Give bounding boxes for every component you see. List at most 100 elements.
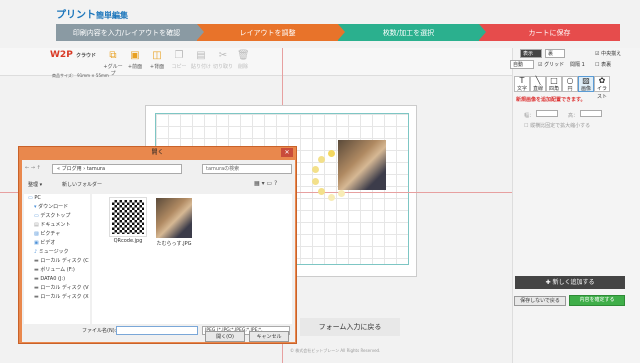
cut-button[interactable]: ✂ 切り取り <box>212 50 234 74</box>
width-input[interactable] <box>535 110 558 117</box>
tree-item[interactable]: ▬ DATA0 (J:) <box>24 275 90 284</box>
brand-logo: プリント簡単編集 <box>56 6 128 21</box>
panel-notice: 新規画像を追加配置できます。 <box>516 97 586 103</box>
guide-checkbox[interactable]: ☐ 表裏 <box>595 61 611 68</box>
paste-label: 貼り付け <box>190 64 211 70</box>
image-tool-label: 画像 <box>580 86 591 92</box>
text-tool-icon: T <box>519 76 525 85</box>
page-back-button[interactable]: 裏 <box>545 49 565 58</box>
tree-item[interactable]: ▾ ダウンロード <box>24 203 90 212</box>
photo-thumbnail <box>156 198 192 238</box>
dialog-title: 開く <box>151 149 164 156</box>
bring-front-label: +前面 <box>127 64 143 70</box>
tree-item-label: ダウンロード <box>38 204 69 210</box>
spinner-dot <box>318 156 325 163</box>
spinner-dot <box>312 178 319 185</box>
send-back-label: +背面 <box>149 64 165 70</box>
bring-front-icon: ▣ <box>130 50 140 61</box>
step-1[interactable]: 印刷内容を入力/レイアウトを確認 <box>56 24 204 41</box>
image-tool-icon: ▨ <box>582 76 590 85</box>
folder-tree: ▭ PC ▾ ダウンロード ▭ デスクトップ ▤ ドキュメント ▨ ピクチャ ▣… <box>24 194 90 324</box>
tree-item-label: DATA0 (J:) <box>40 276 66 282</box>
height-field[interactable]: 高： <box>568 110 602 119</box>
copy-label: コピー <box>171 64 187 70</box>
copy-button[interactable]: ❐ コピー <box>168 50 190 74</box>
width-field[interactable]: 幅： <box>524 110 558 119</box>
search-input[interactable]: tamuraの検索 <box>202 164 292 174</box>
organize-button[interactable]: 整理 ▾ <box>28 181 42 188</box>
bring-front-button[interactable]: ▣ +前面 <box>124 50 146 74</box>
nav-arrows-icon[interactable]: ← → ↑ <box>25 165 41 171</box>
rect-tool-label: 四角 <box>548 86 559 92</box>
file-item[interactable]: QRcode.jpg <box>106 197 150 244</box>
tree-item[interactable]: ▬ ローカル ディスク (X <box>24 293 90 302</box>
discard-button[interactable]: 保存しないで戻る <box>514 296 566 306</box>
line-tool-label: 直線 <box>532 86 543 92</box>
tree-item-label: ローカル ディスク (X <box>40 294 89 300</box>
add-new-label: 新しく追加する <box>552 279 595 286</box>
tree-item[interactable]: ▭ PC <box>24 194 90 203</box>
text-tool-label: 文字 <box>516 86 527 92</box>
step-4[interactable]: カートに保存 <box>479 24 620 41</box>
copyright: © 株式会社ビットブレーン All Rights Reserved. <box>290 348 381 353</box>
circle-tool-icon: ○ <box>566 76 574 85</box>
tree-item[interactable]: ▣ ビデオ <box>24 239 90 248</box>
grid-label: グリッド <box>544 62 565 68</box>
back-to-form-button[interactable]: フォーム入力に戻る <box>300 318 400 336</box>
loading-spinner <box>310 150 354 206</box>
guide-label: 表裏 <box>601 62 612 68</box>
tree-item[interactable]: ▬ ローカル ディスク (V <box>24 284 90 293</box>
page-front-button[interactable]: 表示 <box>520 49 542 58</box>
dialog-close-icon[interactable]: ✕ <box>281 148 293 157</box>
snap-checkbox[interactable]: ☑ 中央揃え <box>595 50 621 57</box>
illust-tool[interactable]: ✿ イラスト <box>594 76 610 100</box>
confirm-button[interactable]: 内容を確定する <box>569 295 625 306</box>
tree-item[interactable]: ♪ ミュージック <box>24 248 90 257</box>
tree-item[interactable]: ▭ デスクトップ <box>24 212 90 221</box>
tree-item[interactable]: ▬ ボリューム (F:) <box>24 266 90 275</box>
circle-tool-label: 円 <box>567 86 573 92</box>
width-label: 幅： <box>524 113 535 119</box>
image-tool[interactable]: ▨ 画像 <box>578 76 594 92</box>
tree-item[interactable]: ▨ ピクチャ <box>24 230 90 239</box>
rect-tool[interactable]: □ 四角 <box>546 76 562 92</box>
open-button[interactable]: 開く(O) <box>205 331 245 342</box>
tree-item-label: ドキュメント <box>40 222 71 228</box>
send-back-button[interactable]: ◫ +背面 <box>146 50 168 74</box>
delete-button[interactable]: 🗑 削除 <box>232 50 254 74</box>
paste-icon: ▤ <box>196 50 206 61</box>
text-tool[interactable]: T 文字 <box>514 76 530 92</box>
tree-item[interactable]: ▤ ドキュメント <box>24 221 90 230</box>
new-folder-button[interactable]: 新しいフォルダー <box>62 181 102 188</box>
filename-input[interactable] <box>116 326 198 335</box>
address-bar[interactable]: « ブログ用 › tamura <box>52 164 182 174</box>
step-3[interactable]: 枚数/加工を選択 <box>338 24 486 41</box>
tree-item-label: ミュージック <box>38 249 69 255</box>
tree-item-label: ローカル ディスク (C <box>40 258 89 264</box>
interval-field[interactable]: 間隔 1 <box>570 61 585 68</box>
group-button[interactable]: ⧉ +グループ <box>102 50 124 77</box>
height-label: 高： <box>568 113 579 119</box>
w2p-logo-sub: クラウド <box>75 53 96 59</box>
line-tool[interactable]: ╲ 直線 <box>530 76 546 92</box>
view-options-icon[interactable]: ▦ ▾ ▭ ? <box>254 180 277 187</box>
snap-label: 中央揃え <box>601 51 622 57</box>
paste-button[interactable]: ▤ 貼り付け <box>190 50 212 74</box>
tree-item-label: デスクトップ <box>40 213 71 219</box>
interval-value: 1 <box>581 62 585 68</box>
height-input[interactable] <box>579 110 602 117</box>
dialog-body: ← → ↑ « ブログ用 › tamura tamuraの検索 整理 ▾ 新しい… <box>22 160 295 342</box>
add-new-button[interactable]: ✚ 新しく追加する <box>515 276 625 289</box>
line-tool-icon: ╲ <box>535 76 541 85</box>
zoom-select[interactable]: 自動 <box>510 60 534 69</box>
grid-checkbox[interactable]: ☑ グリッド <box>538 61 564 68</box>
open-file-dialog: 開く ✕ ← → ↑ « ブログ用 › tamura tamuraの検索 整理 … <box>18 146 297 344</box>
step-2[interactable]: レイアウトを調整 <box>197 24 345 41</box>
step-progress: 印刷内容を入力/レイアウトを確認 レイアウトを調整 枚数/加工を選択 カートに保… <box>56 24 620 41</box>
tree-item[interactable]: ▬ ローカル ディスク (C <box>24 257 90 266</box>
circle-tool[interactable]: ○ 円 <box>562 76 578 92</box>
cancel-button[interactable]: キャンセル <box>249 331 289 342</box>
file-item[interactable]: たむらっす.JPG <box>152 198 196 247</box>
cut-label: 切り取り <box>212 64 233 70</box>
ratio-checkbox[interactable]: ☐ 縦横比固定で拡大縮小する <box>524 122 590 129</box>
